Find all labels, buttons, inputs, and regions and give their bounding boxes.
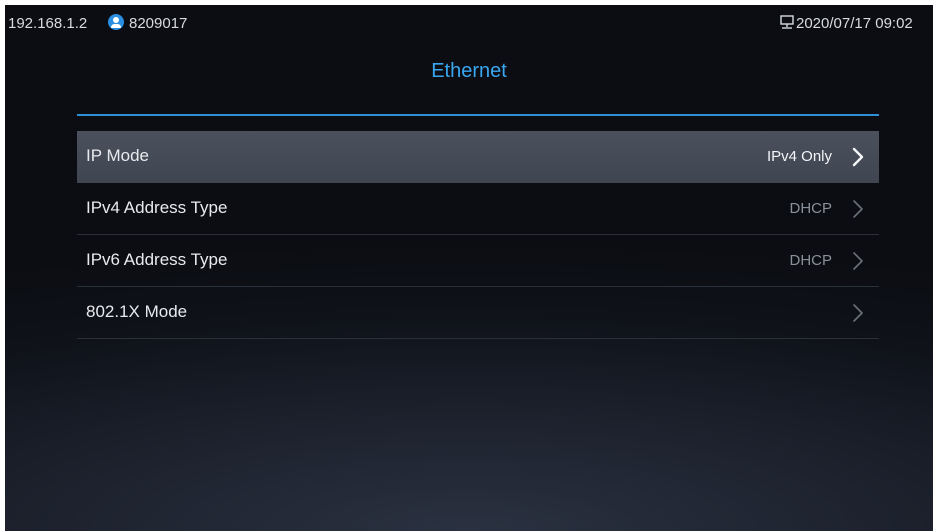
menu-item-value: DHCP: [789, 252, 832, 269]
account-icon: [108, 14, 124, 30]
chevron-right-icon: [853, 200, 863, 218]
status-bar: 192.168.1.2 8209017 2020/07/17 09:02: [5, 5, 933, 39]
menu-item-label: IPv6 Address Type: [86, 250, 228, 269]
account-number: 8209017: [129, 15, 188, 32]
menu-item-ipv4-address-type[interactable]: IPv4 Address Type DHCP: [77, 183, 879, 235]
phone-screen: 192.168.1.2 8209017 2020/07/17 09:02 Eth…: [5, 5, 933, 531]
chevron-right-icon: [852, 147, 864, 167]
menu-item-value: DHCP: [789, 200, 832, 217]
network-icon: [780, 15, 794, 29]
menu-item-ip-mode[interactable]: IP Mode IPv4 Only: [77, 131, 879, 183]
menu-item-label: 802.1X Mode: [86, 302, 188, 321]
date-time: 2020/07/17 09:02: [796, 15, 913, 32]
title-divider: [77, 114, 879, 116]
menu-item-label: IPv4 Address Type: [86, 198, 228, 217]
page-title: Ethernet: [431, 60, 507, 82]
ip-address: 192.168.1.2: [8, 15, 88, 32]
menu-item-label: IP Mode: [86, 146, 150, 165]
menu-item-ipv6-address-type[interactable]: IPv6 Address Type DHCP: [77, 235, 879, 287]
chevron-right-icon: [853, 304, 863, 322]
settings-menu: IP Mode IPv4 Only IPv4 Address Type DHCP…: [77, 131, 879, 339]
chevron-right-icon: [853, 252, 863, 270]
menu-item-802-1x-mode[interactable]: 802.1X Mode: [77, 287, 879, 339]
menu-item-value: IPv4 Only: [766, 148, 832, 165]
